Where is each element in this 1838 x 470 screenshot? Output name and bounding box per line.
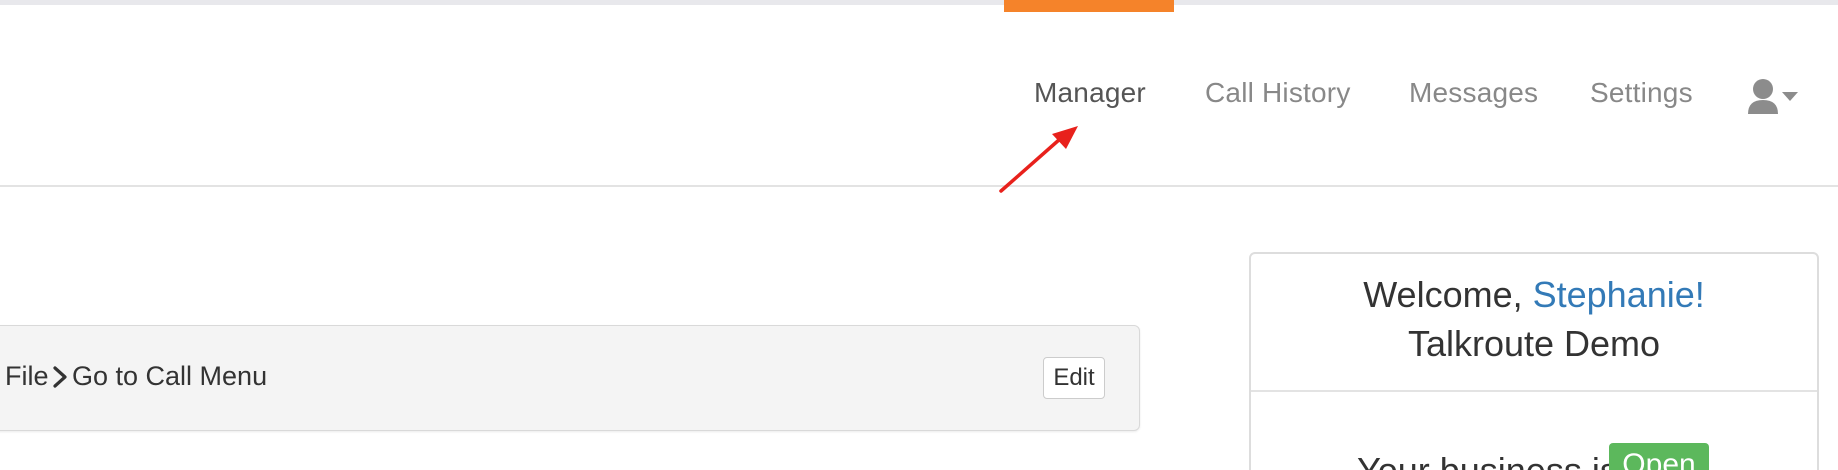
business-status-text: Your business is — [1357, 450, 1618, 470]
welcome-user-name[interactable]: Stephanie! — [1533, 274, 1705, 315]
app-page: Manager Call History Messages Settings F… — [0, 0, 1838, 470]
active-tab-indicator — [1004, 0, 1174, 12]
user-icon — [1748, 79, 1798, 114]
panel-divider — [1251, 390, 1817, 392]
welcome-heading: Welcome, Stephanie! — [1251, 274, 1817, 316]
top-navbar: Manager Call History Messages Settings — [0, 5, 1838, 187]
user-menu[interactable] — [1748, 78, 1803, 118]
nav-item-manager[interactable]: Manager — [1034, 77, 1146, 109]
edit-button[interactable]: Edit — [1043, 357, 1105, 399]
breadcrumb: File Go to Call Menu Edit — [0, 325, 1140, 431]
nav-item-call-history[interactable]: Call History — [1205, 77, 1351, 109]
red-arrow-icon — [999, 126, 1078, 193]
welcome-panel: Welcome, Stephanie! Talkroute Demo Your … — [1249, 252, 1819, 470]
company-name: Talkroute Demo — [1407, 323, 1661, 364]
chevron-right-icon — [53, 366, 67, 388]
status-badge[interactable]: Open — [1609, 443, 1709, 470]
welcome-greeting: Welcome, — [1363, 274, 1533, 315]
breadcrumb-item-file[interactable]: File — [5, 361, 49, 392]
breadcrumb-item-call-menu: Go to Call Menu — [72, 361, 268, 391]
nav-item-messages[interactable]: Messages — [1409, 77, 1538, 109]
nav-item-settings[interactable]: Settings — [1590, 77, 1693, 109]
caret-down-icon — [1782, 92, 1798, 101]
